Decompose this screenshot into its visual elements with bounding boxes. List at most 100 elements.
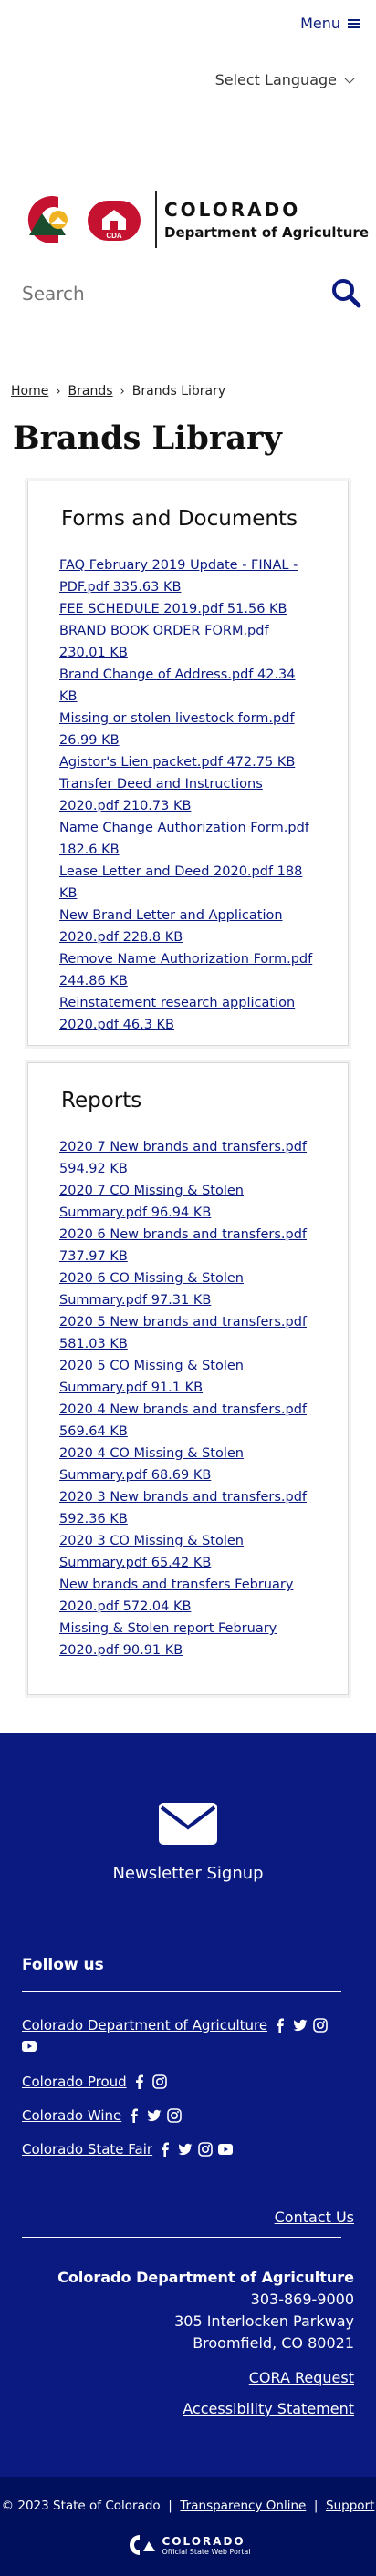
social-link[interactable]: Colorado Department of Agriculture bbox=[22, 2017, 267, 2033]
list-item: Missing & Stolen report February 2020.pd… bbox=[59, 1618, 316, 1661]
report-link[interactable]: Missing & Stolen report February 2020.pd… bbox=[59, 1621, 277, 1658]
report-link[interactable]: 2020 3 New brands and transfers.pdf 592.… bbox=[59, 1490, 307, 1526]
phone-number: 303-869-9000 bbox=[250, 2291, 354, 2308]
report-link[interactable]: 2020 3 CO Missing & Stolen Summary.pdf 6… bbox=[59, 1534, 244, 1570]
list-item: New brands and transfers February 2020.p… bbox=[59, 1574, 316, 1618]
list-item: Remove Name Authorization Form.pdf 244.8… bbox=[59, 948, 316, 992]
bottom-bar: © 2023 State of Colorado | Transparency … bbox=[0, 2477, 376, 2576]
site-logo[interactable]: CDA COLORADO Department of Agriculture bbox=[22, 191, 369, 248]
document-link[interactable]: Lease Letter and Deed 2020.pdf 188 KB bbox=[59, 864, 302, 901]
document-link[interactable]: Remove Name Authorization Form.pdf 244.8… bbox=[59, 952, 312, 988]
instagram-icon[interactable] bbox=[151, 2074, 167, 2089]
report-link[interactable]: 2020 5 New brands and transfers.pdf 581.… bbox=[59, 1315, 307, 1351]
document-link[interactable]: Transfer Deed and Instructions 2020.pdf … bbox=[59, 777, 263, 813]
menu-label: Menu bbox=[300, 15, 340, 32]
breadcrumb-separator-icon: › bbox=[56, 384, 61, 398]
facebook-icon[interactable] bbox=[273, 2018, 287, 2033]
instagram-icon[interactable] bbox=[167, 2108, 183, 2123]
social-link[interactable]: Colorado State Fair bbox=[22, 2141, 152, 2157]
twitter-icon[interactable] bbox=[147, 2108, 162, 2123]
footer-divider bbox=[22, 2237, 341, 2238]
portal-text: COLORADO Official State Web Portal bbox=[162, 2535, 250, 2556]
list-item: 2020 5 CO Missing & Stolen Summary.pdf 9… bbox=[59, 1355, 316, 1399]
report-link[interactable]: 2020 4 CO Missing & Stolen Summary.pdf 6… bbox=[59, 1446, 244, 1483]
list-item: 2020 4 CO Missing & Stolen Summary.pdf 6… bbox=[59, 1443, 316, 1486]
chevron-down-icon bbox=[344, 72, 355, 84]
list-item: 2020 5 New brands and transfers.pdf 581.… bbox=[59, 1311, 316, 1355]
document-link[interactable]: Agistor's Lien packet.pdf 472.75 KB bbox=[59, 755, 295, 770]
contact-us-link[interactable]: Contact Us bbox=[275, 2209, 354, 2226]
list-item: Name Change Authorization Form.pdf 182.6… bbox=[59, 817, 316, 861]
accessibility-link[interactable]: Accessibility Statement bbox=[183, 2400, 354, 2417]
report-link[interactable]: 2020 6 CO Missing & Stolen Summary.pdf 9… bbox=[59, 1271, 244, 1308]
report-link[interactable]: 2020 6 New brands and transfers.pdf 737.… bbox=[59, 1227, 307, 1264]
report-link[interactable]: 2020 5 CO Missing & Stolen Summary.pdf 9… bbox=[59, 1359, 244, 1395]
search-input[interactable] bbox=[22, 283, 296, 305]
document-link[interactable]: Brand Change of Address.pdf 42.34 KB bbox=[59, 667, 296, 704]
breadcrumb-home[interactable]: Home bbox=[11, 384, 48, 398]
follow-heading: Follow us bbox=[22, 1956, 104, 1974]
list-item: Brand Change of Address.pdf 42.34 KB bbox=[59, 664, 316, 708]
logo-text: COLORADO Department of Agriculture bbox=[164, 199, 369, 241]
bottom-links: © 2023 State of Colorado | Transparency … bbox=[0, 2498, 376, 2513]
list-item: Reinstatement research application 2020.… bbox=[59, 992, 316, 1036]
twitter-icon[interactable] bbox=[178, 2142, 193, 2157]
search-icon[interactable] bbox=[330, 277, 361, 308]
social-link[interactable]: Colorado Wine bbox=[22, 2107, 121, 2124]
breadcrumb-separator-icon: › bbox=[120, 384, 125, 398]
facebook-icon[interactable] bbox=[127, 2108, 141, 2123]
social-row-cda-youtube bbox=[22, 2039, 37, 2054]
street-address: 305 Interlocken Parkway bbox=[174, 2312, 354, 2330]
document-link[interactable]: Missing or stolen livestock form.pdf 26.… bbox=[59, 711, 295, 748]
report-link[interactable]: New brands and transfers February 2020.p… bbox=[59, 1578, 293, 1614]
menu-button[interactable]: Menu bbox=[300, 15, 360, 32]
social-link[interactable]: Colorado Proud bbox=[22, 2074, 127, 2090]
list-item: 2020 7 CO Missing & Stolen Summary.pdf 9… bbox=[59, 1180, 316, 1224]
copyright: © 2023 State of Colorado bbox=[1, 2498, 161, 2513]
document-link[interactable]: FEE SCHEDULE 2019.pdf 51.56 KB bbox=[59, 602, 287, 616]
breadcrumb-brands[interactable]: Brands bbox=[68, 384, 113, 398]
social-row-wine: Colorado Wine bbox=[22, 2107, 183, 2124]
pipe-separator: | bbox=[163, 2498, 181, 2513]
document-link[interactable]: Reinstatement research application 2020.… bbox=[59, 996, 295, 1032]
contact-us: Contact Us bbox=[275, 2209, 354, 2226]
logo-divider bbox=[155, 191, 157, 248]
twitter-icon[interactable] bbox=[293, 2018, 308, 2033]
list-item: 2020 6 CO Missing & Stolen Summary.pdf 9… bbox=[59, 1267, 316, 1311]
list-item: Missing or stolen livestock form.pdf 26.… bbox=[59, 708, 316, 751]
list-item: FAQ February 2019 Update - FINAL - PDF.p… bbox=[59, 554, 316, 598]
newsletter-signup[interactable]: Newsletter Signup bbox=[0, 1802, 376, 1883]
document-link[interactable]: FAQ February 2019 Update - FINAL - PDF.p… bbox=[59, 558, 298, 595]
document-link[interactable]: New Brand Letter and Application 2020.pd… bbox=[59, 908, 283, 945]
list-item: FEE SCHEDULE 2019.pdf 51.56 KB bbox=[59, 598, 316, 620]
youtube-icon[interactable] bbox=[218, 2142, 234, 2157]
transparency-link[interactable]: Transparency Online bbox=[180, 2498, 306, 2513]
language-select[interactable]: Select Language bbox=[215, 71, 355, 88]
org-name: Colorado Department of Agriculture bbox=[57, 2269, 354, 2286]
cora-request-link[interactable]: CORA Request bbox=[249, 2369, 354, 2386]
search-bar bbox=[0, 274, 376, 319]
document-link[interactable]: Name Change Authorization Form.pdf 182.6… bbox=[59, 821, 309, 857]
report-link[interactable]: 2020 7 CO Missing & Stolen Summary.pdf 9… bbox=[59, 1184, 244, 1220]
facebook-icon[interactable] bbox=[132, 2074, 147, 2089]
list-item: 2020 7 New brands and transfers.pdf 594.… bbox=[59, 1136, 316, 1180]
pipe-separator: | bbox=[309, 2498, 327, 2513]
page-title: Brands Library bbox=[13, 419, 282, 457]
document-link[interactable]: BRAND BOOK ORDER FORM.pdf 230.01 KB bbox=[59, 624, 269, 660]
forms-title: Forms and Documents bbox=[61, 507, 298, 531]
youtube-icon[interactable] bbox=[22, 2039, 37, 2054]
city-address: Broomfield, CO 80021 bbox=[193, 2334, 354, 2352]
list-item: New Brand Letter and Application 2020.pd… bbox=[59, 905, 316, 948]
report-link[interactable]: 2020 7 New brands and transfers.pdf 594.… bbox=[59, 1140, 307, 1176]
instagram-icon[interactable] bbox=[198, 2142, 213, 2157]
instagram-icon[interactable] bbox=[313, 2018, 328, 2033]
list-item: 2020 4 New brands and transfers.pdf 569.… bbox=[59, 1399, 316, 1443]
social-row-cda: Colorado Department of Agriculture bbox=[22, 2017, 328, 2033]
facebook-icon[interactable] bbox=[158, 2142, 172, 2157]
report-link[interactable]: 2020 4 New brands and transfers.pdf 569.… bbox=[59, 1402, 307, 1439]
list-item: Lease Letter and Deed 2020.pdf 188 KB bbox=[59, 861, 316, 905]
colorado-portal-icon bbox=[130, 2535, 156, 2555]
state-portal-logo[interactable]: COLORADO Official State Web Portal bbox=[0, 2533, 376, 2557]
forms-list: FAQ February 2019 Update - FINAL - PDF.p… bbox=[59, 554, 316, 1036]
support-link[interactable]: Support bbox=[326, 2498, 374, 2513]
